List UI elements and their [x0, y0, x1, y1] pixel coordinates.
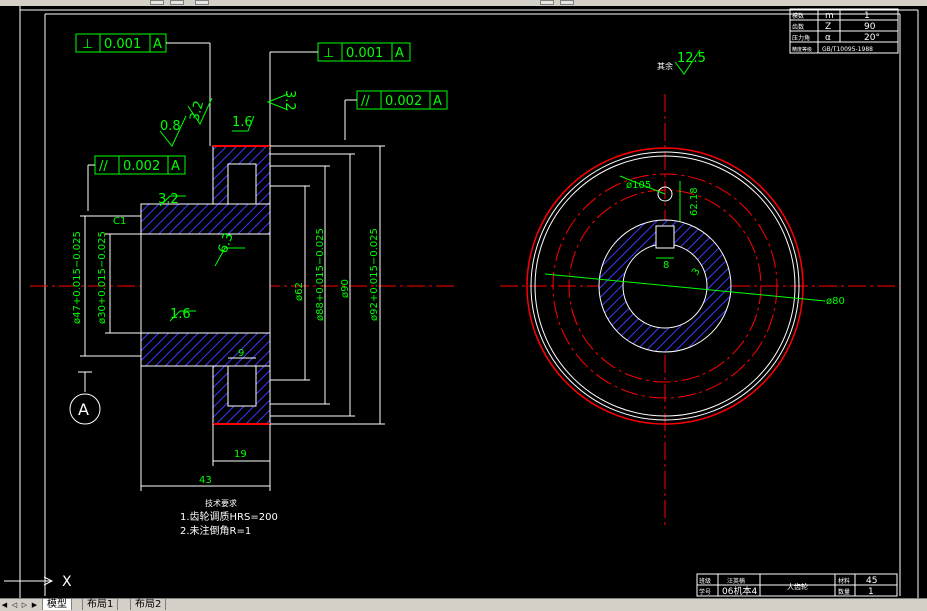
rest-roughness: 其余 12.5 [657, 49, 706, 75]
tb-label: 数量 [838, 588, 850, 596]
tab-prev-icon[interactable]: ◁ [10, 600, 19, 610]
tb-label: 材料 [838, 577, 850, 585]
tolerance-datum: A [153, 37, 162, 52]
rest-roughness-label: 其余 [657, 61, 673, 71]
perpendicularity-icon: ⊥ [323, 46, 334, 61]
dim-d47: ø47+0.015−0.025 [72, 231, 83, 324]
tolerance-datum: A [433, 94, 442, 109]
tab-layout1[interactable]: 布局1 [82, 599, 119, 610]
param-value: GB/T10095-1988 [822, 46, 873, 53]
tab-next-icon[interactable]: ▷ [20, 600, 29, 610]
rest-roughness-value: 12.5 [677, 51, 706, 66]
notes-line1: 1.齿轮调质HRS=200 [180, 510, 278, 523]
dim-key-width: 8 [663, 260, 669, 271]
dim-w9: 9 [238, 348, 244, 359]
ucs-icon: X [4, 574, 72, 590]
tolerance-frame-1: ⊥ 0.001 A [75, 33, 211, 146]
tb-value: 45 [866, 576, 877, 586]
dim-d90: ø90 [340, 279, 351, 298]
tab-layout2[interactable]: 布局2 [130, 599, 167, 610]
roughness-value: 0.8 [160, 119, 181, 134]
title-block: 班级 汪英楠 学号 06机本4 大齿轮 材料 45 数量 1 [696, 573, 898, 597]
tb-label: 学号 [699, 588, 711, 596]
datum-label: A [78, 400, 89, 419]
tab-model[interactable]: 模型 [42, 599, 72, 610]
parallelism-icon: // [99, 159, 108, 174]
tb-label: 班级 [699, 577, 711, 585]
roughness-value: 1.6 [170, 307, 191, 322]
dim-d30: ø30+0.015−0.025 [97, 231, 108, 324]
tolerance-datum: A [171, 159, 180, 174]
roughness-value: 1.6 [232, 115, 253, 130]
section-view [140, 145, 271, 425]
param-value: 1 [864, 11, 870, 21]
notes-line2: 2.未注倒角R=1 [180, 524, 251, 537]
roughness-value: 3.2 [282, 90, 297, 111]
param-symbol: m [825, 11, 834, 21]
param-symbol: α [825, 33, 831, 43]
layout-tab-bar: ◀ ◁ ▷ ▶ 模型 布局1 布局2 [0, 598, 927, 611]
dim-keyway: 62.18 [689, 187, 700, 216]
param-label: 齿数 [792, 23, 804, 31]
param-value: 20° [864, 33, 880, 43]
dim-w43: 43 [199, 475, 212, 486]
tb-part-name: 大齿轮 [787, 582, 808, 591]
tolerance-value: 0.002 [123, 159, 160, 174]
drawing-canvas[interactable]: ø47+0.015−0.025 ø30+0.015−0.025 ø62 ø88+… [0, 6, 927, 598]
param-label: 模数 [792, 12, 804, 20]
dim-w19: 19 [234, 449, 247, 460]
tolerance-value: 0.001 [104, 37, 141, 52]
perpendicularity-icon: ⊥ [82, 37, 93, 52]
tolerance-value: 0.001 [346, 46, 383, 61]
roughness-value: 3.2 [187, 99, 207, 123]
roughness-value: 3.2 [158, 192, 179, 207]
gear-parameter-table: 模数 m 1 齿数 Z 90 压力角 α 20° 精度等级 GB/T10095-… [789, 8, 899, 54]
toolbar-button[interactable] [540, 0, 554, 5]
param-label: 压力角 [792, 34, 810, 42]
param-symbol: Z [825, 22, 831, 32]
param-value: 90 [864, 22, 876, 32]
notes-title: 技术要求 [205, 498, 237, 508]
dim-d88: ø88+0.015−0.025 [315, 228, 326, 321]
ucs-x-label: X [62, 574, 72, 590]
chamfer-label: C1 [113, 216, 126, 227]
tab-last-icon[interactable]: ▶ [30, 600, 39, 610]
tolerance-datum: A [395, 46, 404, 61]
toolbar-button[interactable] [560, 0, 574, 5]
dim-d62: ø62 [294, 282, 305, 301]
datum-symbol-a: A [69, 371, 101, 425]
tab-first-icon[interactable]: ◀ [0, 600, 9, 610]
toolbar-button[interactable] [170, 0, 184, 5]
tolerance-frame-3: // 0.002 A [344, 90, 448, 140]
tolerance-value: 0.002 [385, 94, 422, 109]
technical-notes: 技术要求 1.齿轮调质HRS=200 2.未注倒角R=1 [180, 498, 278, 537]
dim-pcd: ø80 [826, 296, 845, 307]
toolbar-button[interactable] [150, 0, 164, 5]
dim-hole: ø105 [626, 180, 651, 191]
tb-value: 06机本4 [722, 585, 757, 597]
tb-value: 1 [868, 587, 874, 597]
param-label: 精度等级 [792, 46, 812, 53]
parallelism-icon: // [361, 94, 370, 109]
dim-d92: ø92+0.015−0.025 [369, 228, 380, 321]
tb-value: 汪英楠 [727, 577, 745, 585]
toolbar-button[interactable] [195, 0, 209, 5]
